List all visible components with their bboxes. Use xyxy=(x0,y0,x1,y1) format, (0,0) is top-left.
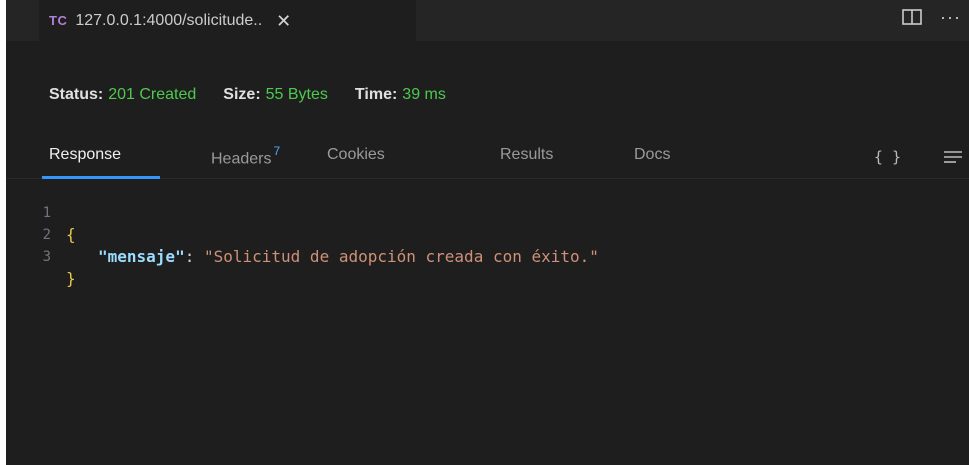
tab-title: 127.0.0.1:4000/solicitude.. xyxy=(75,11,263,29)
response-tabs: Response Headers 7 Cookies Results Docs {… xyxy=(6,140,969,179)
code-line: 3 } xyxy=(6,224,969,288)
tab-results[interactable]: Results xyxy=(500,146,553,164)
tab-docs[interactable]: Docs xyxy=(634,146,670,164)
tab-response[interactable]: Response xyxy=(49,146,121,164)
status-value: 201 Created xyxy=(108,86,197,103)
tab-cookies[interactable]: Cookies xyxy=(327,146,385,164)
menu-icon[interactable] xyxy=(943,150,963,164)
thunder-client-icon: TC xyxy=(49,13,68,28)
code-line: 2 "mensaje": "Solicitud de adopción crea… xyxy=(6,202,969,266)
close-brace: } xyxy=(66,269,76,288)
active-tab-indicator xyxy=(42,176,160,179)
json-entry: "mensaje": "Solicitud de adopción creada… xyxy=(98,246,599,268)
json-colon: : xyxy=(184,247,204,266)
status-label: Status: xyxy=(49,86,104,103)
request-tab[interactable]: TC 127.0.0.1:4000/solicitude.. ✕ xyxy=(39,0,416,41)
time-value: 39 ms xyxy=(402,86,446,103)
split-editor-icon[interactable] xyxy=(902,9,922,25)
line-number: 3 xyxy=(42,249,51,265)
tab-actions: ··· xyxy=(902,0,969,34)
rest-client-window: TC 127.0.0.1:4000/solicitude.. ✕ ··· Sta… xyxy=(6,0,969,465)
format-json-icon[interactable]: { } xyxy=(874,148,901,166)
size-label: Size: xyxy=(223,86,261,103)
json-value: "Solicitud de adopción creada con éxito.… xyxy=(203,247,599,266)
tab-headers[interactable]: Headers 7 xyxy=(211,144,281,168)
size-value: 55 Bytes xyxy=(265,86,328,103)
close-icon[interactable]: ✕ xyxy=(276,12,291,30)
response-body-editor[interactable]: 1 { 2 "mensaje": "Solicitud de adopción … xyxy=(6,180,969,288)
json-key: "mensaje" xyxy=(98,247,185,266)
time-label: Time: xyxy=(354,86,398,103)
editor-tab-bar: TC 127.0.0.1:4000/solicitude.. ✕ ··· xyxy=(6,0,969,41)
code-line: 1 { xyxy=(6,180,969,244)
more-actions-icon[interactable]: ··· xyxy=(940,7,961,28)
tab-headers-label: Headers xyxy=(211,150,272,168)
headers-count-badge: 7 xyxy=(273,144,281,158)
response-status-line: Status: 201 Created Size: 55 Bytes Time:… xyxy=(49,86,473,104)
